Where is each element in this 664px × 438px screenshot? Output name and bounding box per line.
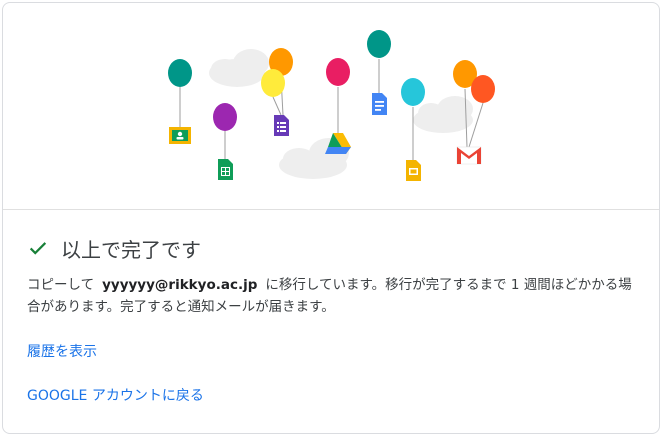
view-history-link[interactable]: 履歴を表示: [27, 341, 97, 361]
balloon: [471, 75, 495, 103]
balloons-illustration: [168, 30, 495, 181]
forms-icon: [274, 115, 289, 136]
completion-card: 以上で完了です コピーして yyyyyy@rikkyo.ac.jp に移行しています…: [2, 2, 660, 434]
balloon: [213, 103, 237, 131]
status-row: 以上で完了です: [27, 233, 201, 263]
slides-icon: [406, 160, 421, 181]
destination-email: yyyyyy@rikkyo.ac.jp: [102, 277, 258, 293]
sheets-icon: [218, 159, 233, 180]
balloon: [261, 69, 285, 97]
balloon: [367, 30, 391, 58]
hero-illustration: [3, 3, 659, 210]
check-icon: [29, 242, 47, 255]
cloud-graphic: [209, 49, 269, 87]
cloud-graphic: [413, 96, 473, 133]
message-prefix: コピーして: [27, 277, 95, 293]
gmail-icon: [456, 146, 482, 165]
balloon: [326, 58, 350, 86]
balloon: [401, 78, 425, 106]
migration-message: コピーして yyyyyy@rikkyo.ac.jp に移行しています。移行が完了する…: [27, 274, 639, 318]
docs-icon: [372, 93, 387, 115]
balloon: [168, 59, 192, 87]
classroom-icon: [169, 127, 191, 144]
status-title: 以上で完了です: [61, 237, 201, 262]
back-to-google-account-link[interactable]: GOOGLE アカウントに戻る: [27, 385, 204, 405]
